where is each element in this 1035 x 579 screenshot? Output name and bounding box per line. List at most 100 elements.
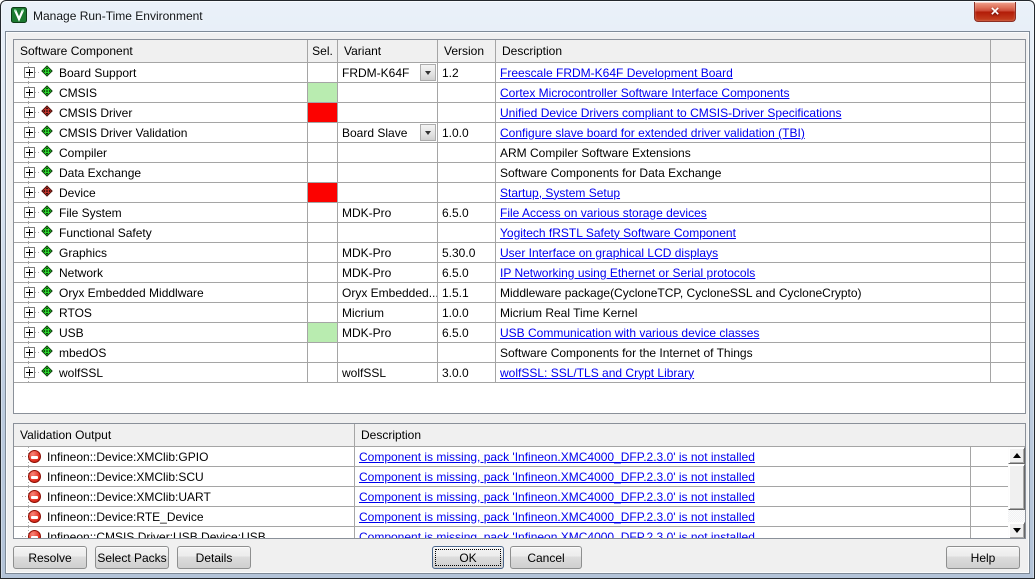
header-software-component[interactable]: Software Component — [14, 40, 308, 62]
component-row[interactable]: CMSIS DriverUnified Device Drivers compl… — [14, 103, 1025, 123]
sel-cell[interactable] — [308, 163, 338, 182]
variant-cell[interactable]: FRDM-K64F — [338, 63, 438, 82]
sel-cell[interactable] — [308, 363, 338, 382]
validation-row[interactable]: Infineon::Device:RTE_DeviceComponent is … — [14, 507, 1025, 527]
component-row[interactable]: GraphicsMDK-Pro5.30.0User Interface on g… — [14, 243, 1025, 263]
expand-plus-icon[interactable] — [24, 127, 35, 138]
sel-indicator-red[interactable] — [308, 103, 337, 122]
sel-cell[interactable] — [308, 303, 338, 322]
expand-plus-icon[interactable] — [24, 267, 35, 278]
titlebar[interactable]: Manage Run-Time Environment × — [1, 1, 1034, 31]
description-cell: User Interface on graphical LCD displays — [496, 243, 991, 262]
description-link[interactable]: Yogitech fRSTL Safety Software Component — [500, 226, 736, 240]
scroll-up-button[interactable] — [1008, 447, 1025, 464]
sel-cell[interactable] — [308, 83, 338, 102]
validation-description-link[interactable]: Component is missing, pack 'Infineon.XMC… — [359, 530, 755, 540]
scroll-down-button[interactable] — [1008, 522, 1025, 539]
close-button[interactable]: × — [974, 2, 1016, 22]
cancel-button[interactable]: Cancel — [510, 546, 582, 569]
validation-row[interactable]: Infineon::Device:XMClib:SCUComponent is … — [14, 467, 1025, 487]
description-link[interactable]: Cortex Microcontroller Software Interfac… — [500, 86, 789, 100]
expand-plus-icon[interactable] — [24, 167, 35, 178]
description-link[interactable]: wolfSSL: SSL/TLS and Crypt Library — [500, 366, 694, 380]
component-row[interactable]: Data ExchangeSoftware Components for Dat… — [14, 163, 1025, 183]
ok-button[interactable]: OK — [432, 546, 504, 569]
expand-plus-icon[interactable] — [24, 327, 35, 338]
description-link[interactable]: Unified Device Drivers compliant to CMSI… — [500, 106, 841, 120]
validation-scrollbar[interactable] — [1008, 447, 1025, 539]
header-variant[interactable]: Variant — [338, 40, 438, 62]
component-row[interactable]: File SystemMDK-Pro6.5.0File Access on va… — [14, 203, 1025, 223]
sel-cell[interactable] — [308, 323, 338, 342]
header-version[interactable]: Version — [438, 40, 496, 62]
header-validation-description[interactable]: Description — [355, 424, 1025, 446]
expand-plus-icon[interactable] — [24, 307, 35, 318]
component-row[interactable]: USBMDK-Pro6.5.0USB Communication with va… — [14, 323, 1025, 343]
description-link[interactable]: Freescale FRDM-K64F Development Board — [500, 66, 733, 80]
sel-cell[interactable] — [308, 143, 338, 162]
component-row[interactable]: NetworkMDK-Pro6.5.0IP Networking using E… — [14, 263, 1025, 283]
sel-indicator-red[interactable] — [308, 183, 337, 202]
variant-dropdown-button[interactable] — [420, 124, 436, 141]
validation-description-link[interactable]: Component is missing, pack 'Infineon.XMC… — [359, 490, 755, 504]
expand-plus-icon[interactable] — [24, 347, 35, 358]
sel-cell[interactable] — [308, 283, 338, 302]
sel-cell[interactable] — [308, 63, 338, 82]
sel-cell[interactable] — [308, 243, 338, 262]
sel-cell[interactable] — [308, 343, 338, 362]
sel-cell[interactable] — [308, 223, 338, 242]
component-row[interactable]: Oryx Embedded MiddlwareOryx Embedded...1… — [14, 283, 1025, 303]
expand-plus-icon[interactable] — [24, 247, 35, 258]
header-validation-output[interactable]: Validation Output — [14, 424, 355, 446]
expand-plus-icon[interactable] — [24, 107, 35, 118]
component-row[interactable]: mbedOSSoftware Components for the Intern… — [14, 343, 1025, 363]
description-link[interactable]: Startup, System Setup — [500, 186, 620, 200]
component-row[interactable]: Functional SafetyYogitech fRSTL Safety S… — [14, 223, 1025, 243]
sel-cell[interactable] — [308, 103, 338, 122]
expand-plus-icon[interactable] — [24, 207, 35, 218]
select-packs-button[interactable]: Select Packs — [95, 546, 169, 569]
description-link[interactable]: User Interface on graphical LCD displays — [500, 246, 718, 260]
expand-plus-icon[interactable] — [24, 87, 35, 98]
component-row[interactable]: CMSIS Driver ValidationBoard Slave1.0.0C… — [14, 123, 1025, 143]
component-row[interactable]: Board SupportFRDM-K64F1.2Freescale FRDM-… — [14, 63, 1025, 83]
validation-description-link[interactable]: Component is missing, pack 'Infineon.XMC… — [359, 510, 755, 524]
expand-plus-icon[interactable] — [24, 67, 35, 78]
validation-row[interactable]: Infineon::CMSIS Driver:USB Device:USBCom… — [14, 527, 1025, 539]
sel-cell[interactable] — [308, 183, 338, 202]
expand-plus-icon[interactable] — [24, 287, 35, 298]
help-button[interactable]: Help — [946, 546, 1020, 569]
component-row[interactable]: CompilerARM Compiler Software Extensions — [14, 143, 1025, 163]
component-row[interactable]: wolfSSLwolfSSL3.0.0wolfSSL: SSL/TLS and … — [14, 363, 1025, 383]
header-sel[interactable]: Sel. — [308, 40, 338, 62]
component-row[interactable]: CMSISCortex Microcontroller Software Int… — [14, 83, 1025, 103]
sel-cell[interactable] — [308, 203, 338, 222]
variant-cell[interactable]: Board Slave — [338, 123, 438, 142]
sel-indicator-green[interactable] — [308, 83, 337, 102]
expand-plus-icon[interactable] — [24, 227, 35, 238]
details-button[interactable]: Details — [177, 546, 251, 569]
validation-row[interactable]: Infineon::Device:XMClib:GPIOComponent is… — [14, 447, 1025, 467]
expand-plus-icon[interactable] — [24, 147, 35, 158]
header-description[interactable]: Description — [496, 40, 991, 62]
component-row[interactable]: RTOSMicrium1.0.0Micrium Real Time Kernel — [14, 303, 1025, 323]
description-link[interactable]: File Access on various storage devices — [500, 206, 707, 220]
resolve-button[interactable]: Resolve — [13, 546, 87, 569]
validation-description-link[interactable]: Component is missing, pack 'Infineon.XMC… — [359, 450, 755, 464]
description-link[interactable]: IP Networking using Ethernet or Serial p… — [500, 266, 755, 280]
sel-cell[interactable] — [308, 263, 338, 282]
description-link[interactable]: USB Communication with various device cl… — [500, 326, 759, 340]
variant-cell — [338, 183, 438, 202]
expand-plus-icon[interactable] — [24, 367, 35, 378]
expand-plus-icon[interactable] — [24, 187, 35, 198]
validation-description-link[interactable]: Component is missing, pack 'Infineon.XMC… — [359, 470, 755, 484]
version-cell — [438, 163, 496, 182]
scroll-thumb[interactable] — [1008, 464, 1025, 510]
description-link[interactable]: Configure slave board for extended drive… — [500, 126, 805, 140]
component-cell: Oryx Embedded Middlware — [14, 283, 308, 302]
sel-cell[interactable] — [308, 123, 338, 142]
component-row[interactable]: DeviceStartup, System Setup — [14, 183, 1025, 203]
sel-indicator-green[interactable] — [308, 323, 337, 342]
variant-dropdown-button[interactable] — [420, 64, 436, 81]
validation-row[interactable]: Infineon::Device:XMClib:UARTComponent is… — [14, 487, 1025, 507]
